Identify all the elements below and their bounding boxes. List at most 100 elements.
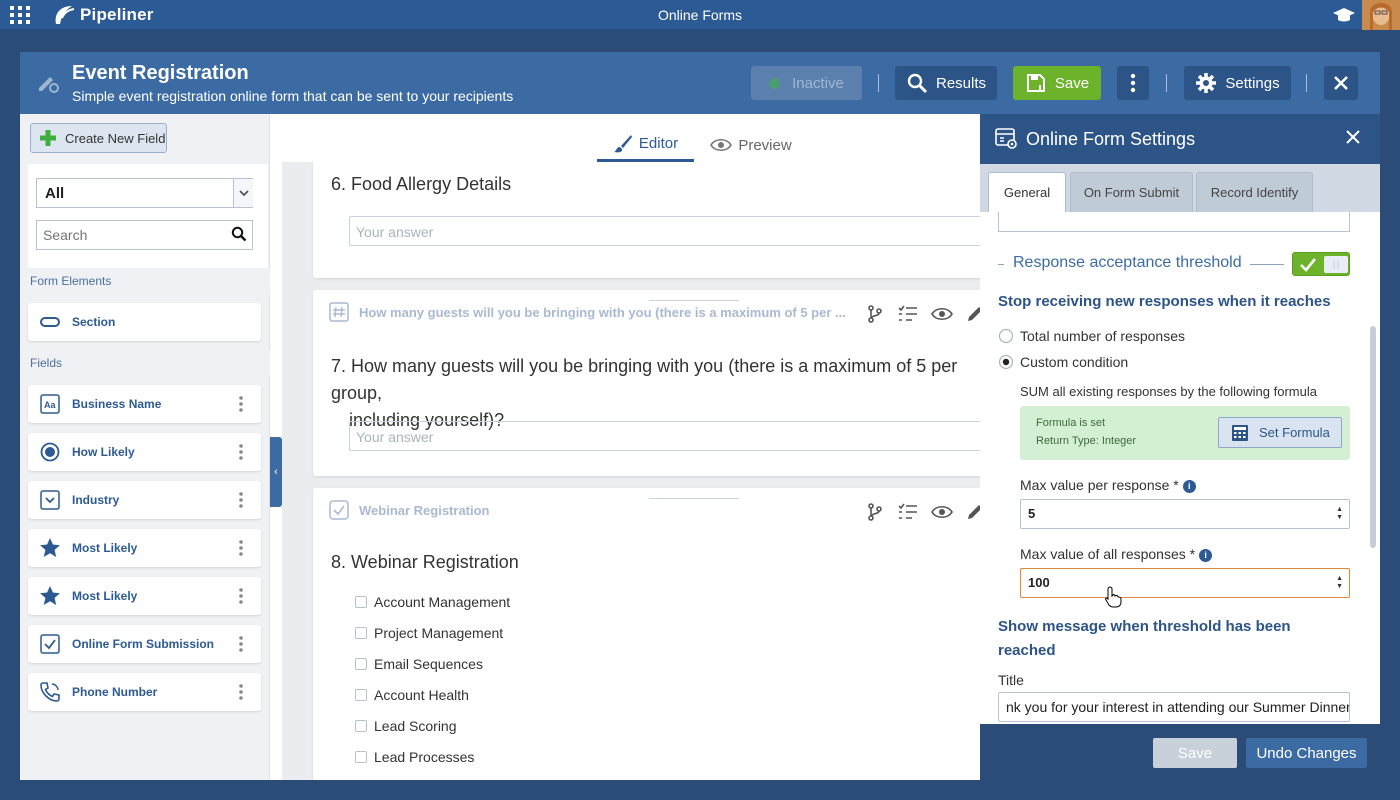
eye-icon[interactable]: [931, 304, 953, 324]
tab-general[interactable]: General: [988, 172, 1066, 212]
editor-tabs-bar: Editor Preview: [282, 114, 980, 162]
close-settings-button[interactable]: [1346, 130, 1360, 144]
item-menu-icon[interactable]: [239, 588, 243, 604]
divider: [1166, 74, 1167, 92]
question-title: 6. Food Allergy Details: [331, 174, 512, 194]
palette-item-most-likely[interactable]: Most Likely: [28, 577, 261, 615]
close-modal-button[interactable]: [1324, 66, 1358, 100]
undo-changes-button[interactable]: Undo Changes: [1246, 738, 1367, 768]
list-rules-icon[interactable]: [897, 304, 919, 324]
settings-title: Online Form Settings: [1026, 128, 1196, 149]
checkbox[interactable]: [355, 689, 367, 701]
question-card-webinar-registration[interactable]: Webinar Registration 8. Webinar Registra…: [313, 488, 980, 780]
inactive-toggle-button[interactable]: Inactive: [751, 66, 862, 100]
settings-tabs: General On Form Submit Record Identify: [980, 164, 1380, 212]
palette-item-phone-number[interactable]: Phone Number: [28, 673, 261, 711]
more-options-button[interactable]: [1117, 66, 1149, 100]
tab-record-identify[interactable]: Record Identify: [1196, 172, 1313, 212]
field-search-input[interactable]: [36, 220, 253, 250]
palette-item-how-likely[interactable]: How Likely: [28, 433, 261, 471]
checkbox-field-icon: [329, 500, 349, 520]
user-avatar[interactable]: [1362, 0, 1400, 30]
tab-editor[interactable]: Editor: [597, 128, 694, 162]
phone-icon: [28, 681, 72, 703]
collapse-panel-button[interactable]: ‹: [270, 437, 282, 507]
item-menu-icon[interactable]: [239, 540, 243, 556]
question-card-guests[interactable]: How many guests will you be bringing wit…: [313, 290, 980, 476]
max-all-responses-input[interactable]: 100 ▲ ▼: [1020, 568, 1350, 598]
item-menu-icon[interactable]: [239, 444, 243, 460]
drag-handle[interactable]: [649, 300, 739, 301]
filter-select[interactable]: All: [36, 178, 253, 208]
answer-input[interactable]: Your answer: [349, 421, 980, 451]
item-menu-icon[interactable]: [239, 492, 243, 508]
info-icon[interactable]: i: [1182, 480, 1196, 493]
checkbox[interactable]: [355, 627, 367, 639]
form-title: Event Registration: [72, 62, 249, 84]
info-icon[interactable]: i: [1199, 549, 1213, 562]
question-toolbar: [865, 304, 980, 324]
radio-total-responses[interactable]: Total number of responses: [998, 328, 1185, 344]
threshold-title-input[interactable]: nk you for your interest in attending ou…: [998, 692, 1350, 722]
palette-item-most-likely[interactable]: Most Likely: [28, 529, 261, 567]
branch-icon[interactable]: [865, 502, 885, 522]
checkbox-option[interactable]: Lead Scoring: [355, 718, 457, 734]
threshold-toggle[interactable]: [1292, 252, 1350, 276]
chevron-down-icon[interactable]: [233, 179, 253, 207]
svg-text:Aa: Aa: [44, 400, 56, 410]
checkbox-option[interactable]: Account Management: [355, 594, 510, 610]
save-button[interactable]: Save: [1013, 66, 1101, 100]
settings-button[interactable]: Settings: [1184, 66, 1291, 100]
checkbox-option[interactable]: Project Management: [355, 625, 503, 641]
list-rules-icon[interactable]: [897, 502, 919, 522]
question-card-food-allergy[interactable]: 6. Food Allergy Details Your answer: [313, 154, 980, 278]
palette-item-section[interactable]: Section: [28, 303, 261, 341]
tab-on-form-submit[interactable]: On Form Submit: [1070, 172, 1193, 212]
item-menu-icon[interactable]: [239, 636, 243, 652]
checkbox[interactable]: [355, 751, 367, 763]
palette-item-business-name[interactable]: Aa Business Name: [28, 385, 261, 423]
section-icon: [28, 317, 72, 327]
number-stepper-icon[interactable]: ▲ ▼: [1336, 575, 1343, 591]
pencil-icon[interactable]: [965, 304, 980, 324]
set-formula-button[interactable]: Set Formula: [1218, 417, 1342, 448]
palette-item-online-form-submission[interactable]: Online Form Submission: [28, 625, 261, 663]
pencil-icon[interactable]: [965, 502, 980, 522]
checkbox-option[interactable]: Lead Processes: [355, 749, 474, 765]
eye-icon: [710, 138, 733, 152]
graduation-cap-icon[interactable]: [1332, 6, 1356, 24]
star-icon: [28, 585, 72, 607]
branch-icon[interactable]: [865, 304, 885, 324]
radio-custom-condition[interactable]: Custom condition: [998, 354, 1128, 370]
max-per-response-input[interactable]: 5 ▲ ▼: [1020, 499, 1350, 529]
search-icon[interactable]: [231, 226, 247, 242]
checkbox[interactable]: [355, 596, 367, 608]
checkbox-option[interactable]: Email Sequences: [355, 656, 483, 672]
number-stepper-icon[interactable]: ▲ ▼: [1336, 506, 1343, 522]
checkbox[interactable]: [355, 658, 367, 670]
question-header: Webinar Registration: [329, 500, 490, 520]
section-label: Section: [72, 315, 116, 329]
drag-handle[interactable]: [649, 498, 739, 499]
create-new-field-button[interactable]: Create New Field: [30, 123, 167, 153]
results-button[interactable]: Results: [895, 66, 997, 100]
question-title: 8. Webinar Registration: [331, 552, 519, 572]
question-title-line1: 7. How many guests will you be bringing …: [331, 356, 958, 403]
tab-preview[interactable]: Preview: [710, 128, 792, 162]
hand-cursor-icon: [1104, 586, 1122, 608]
save-label: Save: [1054, 74, 1090, 92]
palette-item-industry[interactable]: Industry: [28, 481, 261, 519]
checkbox[interactable]: [355, 720, 367, 732]
question-header-label: How many guests will you be bringing wit…: [359, 304, 846, 320]
item-menu-icon[interactable]: [239, 684, 243, 700]
dropdown-icon: [28, 490, 72, 510]
question-header: How many guests will you be bringing wit…: [329, 302, 846, 322]
answer-input[interactable]: Your answer: [349, 216, 980, 246]
checkbox-option[interactable]: Account Health: [355, 687, 469, 703]
settings-scrollbar-thumb[interactable]: [1370, 326, 1376, 548]
sum-formula-text: SUM all existing responses by the follow…: [1020, 384, 1317, 399]
previous-input-field[interactable]: [998, 212, 1350, 232]
eye-icon[interactable]: [931, 502, 953, 522]
settings-save-button[interactable]: Save: [1153, 738, 1237, 768]
item-menu-icon[interactable]: [239, 396, 243, 412]
